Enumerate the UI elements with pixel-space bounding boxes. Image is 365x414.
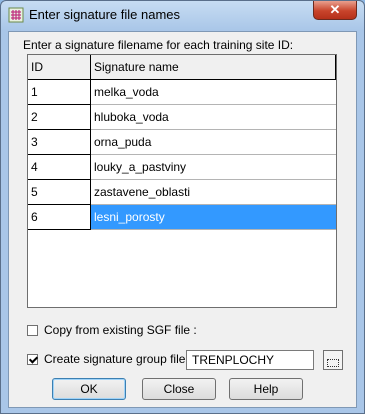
table-row[interactable]: 1 melka_voda	[28, 80, 336, 105]
table-row[interactable]: 4 louky_a_pastviny	[28, 155, 336, 180]
row-id: 5	[28, 180, 91, 205]
row-id: 1	[28, 80, 91, 105]
group-file-input[interactable]: TRENPLOCHY	[186, 350, 314, 370]
window-title: Enter signature file names	[29, 7, 181, 22]
dialog-window: Enter signature file names ✕ Enter a sig…	[0, 0, 365, 414]
table-header: ID Signature name	[28, 55, 336, 80]
ok-button[interactable]: OK	[52, 378, 126, 400]
create-group-label: Create signature group file :	[44, 352, 193, 366]
signature-name-cell[interactable]: zastavene_oblasti	[91, 180, 336, 205]
table-row[interactable]: 3 orna_puda	[28, 130, 336, 155]
close-window-button[interactable]: ✕	[313, 1, 357, 20]
signature-name-cell[interactable]: louky_a_pastviny	[91, 155, 336, 180]
app-icon	[8, 7, 24, 23]
signature-name-cell[interactable]: lesni_porosty	[91, 205, 336, 230]
table-row[interactable]: 5 zastavene_oblasti	[28, 180, 336, 205]
signature-name-cell[interactable]: orna_puda	[91, 130, 336, 155]
close-button[interactable]: Close	[142, 378, 216, 400]
help-button[interactable]: Help	[229, 378, 303, 400]
create-group-option[interactable]: Create signature group file :	[27, 352, 192, 366]
dialog-content: Enter a signature filename for each trai…	[8, 31, 357, 408]
column-header-signature-name[interactable]: Signature name	[91, 55, 336, 80]
copy-sgf-label: Copy from existing SGF file :	[44, 323, 197, 337]
browse-button[interactable]	[323, 350, 343, 370]
row-id: 4	[28, 155, 91, 180]
browse-icon	[327, 359, 339, 367]
instruction-text: Enter a signature filename for each trai…	[23, 38, 294, 52]
row-id: 6	[28, 205, 91, 230]
create-group-checkbox[interactable]	[27, 353, 38, 365]
table-row[interactable]: 2 hluboka_voda	[28, 105, 336, 130]
copy-sgf-checkbox[interactable]	[27, 324, 38, 336]
row-id: 2	[28, 105, 91, 130]
signature-name-cell[interactable]: melka_voda	[91, 80, 336, 105]
table-row-selected[interactable]: 6 lesni_porosty	[28, 205, 336, 230]
row-id: 3	[28, 130, 91, 155]
close-icon: ✕	[329, 2, 341, 17]
title-bar[interactable]: Enter signature file names ✕	[1, 1, 364, 29]
signature-name-cell[interactable]: hluboka_voda	[91, 105, 336, 130]
signature-table: ID Signature name 1 melka_voda 2 hluboka…	[27, 54, 337, 308]
copy-sgf-option[interactable]: Copy from existing SGF file :	[27, 323, 197, 337]
column-header-id[interactable]: ID	[28, 55, 91, 80]
